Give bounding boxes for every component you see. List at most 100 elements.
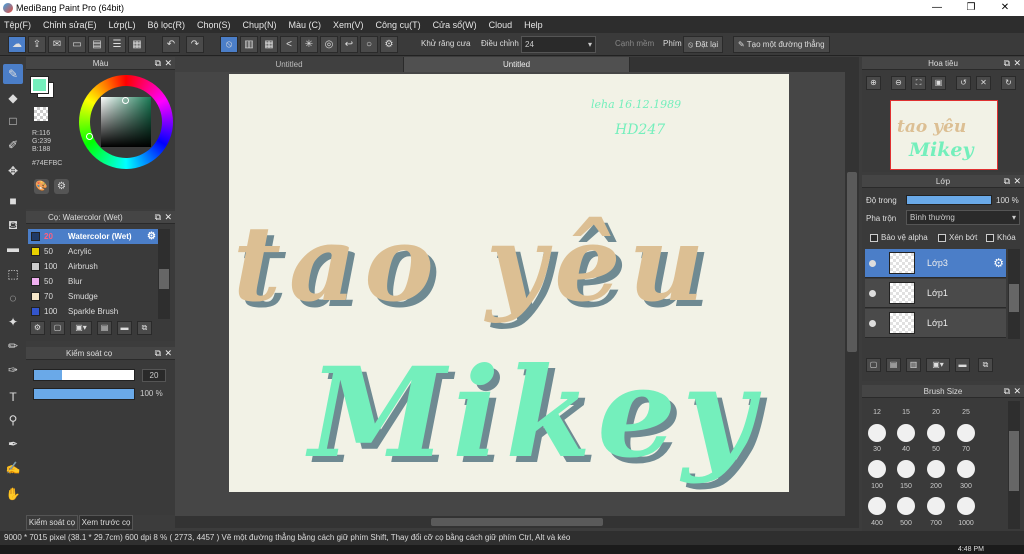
size-dot[interactable]	[868, 424, 886, 442]
close-button[interactable]: ✕	[988, 0, 1022, 16]
actual-size-icon[interactable]: ▣	[931, 76, 946, 90]
brush-tool-icon[interactable]: ✎	[3, 64, 23, 84]
rotate-left-icon[interactable]: ↺	[956, 76, 971, 90]
brush-item[interactable]: 100 Airbrush	[28, 259, 158, 274]
zoom-out-icon[interactable]: ⊖	[891, 76, 906, 90]
layer-row[interactable]: Lớp1	[865, 309, 1006, 338]
undock-icon[interactable]: ⧉	[1004, 385, 1010, 398]
new-brush-icon[interactable]: ▢	[50, 321, 65, 335]
palette-icon[interactable]: 🎨	[34, 179, 49, 194]
cross-snap-icon[interactable]: ▦	[260, 36, 278, 53]
size-dot[interactable]	[927, 460, 945, 478]
size-dot[interactable]	[897, 497, 915, 515]
new-8bit-layer-icon[interactable]: ▥	[906, 358, 921, 372]
navigator-preview[interactable]: tao yêu Mikey	[890, 100, 998, 170]
visibility-icon[interactable]	[869, 290, 876, 297]
menu-color[interactable]: Màu (C)	[289, 20, 322, 30]
layer-scrollbar[interactable]	[1008, 249, 1020, 339]
close-panel-icon[interactable]: ✕	[164, 57, 172, 70]
size-dot[interactable]	[897, 460, 915, 478]
gear-icon[interactable]: ⚙	[993, 256, 1004, 270]
folder-icon[interactable]: ▬	[117, 321, 132, 335]
visibility-icon[interactable]	[869, 260, 876, 267]
drawing-canvas[interactable]: leha 16.12.1989 HD247 tao yêu tao yêu Mi…	[229, 74, 789, 492]
new-halftone-layer-icon[interactable]: ▤	[886, 358, 901, 372]
cloud-icon[interactable]: ☁	[8, 36, 26, 53]
size-value[interactable]: 20	[142, 369, 166, 382]
undo-icon[interactable]: ↶	[162, 36, 180, 53]
parallel-snap-icon[interactable]: ▥	[240, 36, 258, 53]
hue-ring[interactable]	[79, 75, 173, 169]
size-dot[interactable]	[868, 497, 886, 515]
dot-tool-icon[interactable]: ✐	[3, 135, 23, 155]
menu-cloud[interactable]: Cloud	[489, 20, 513, 30]
protect-alpha-checkbox[interactable]	[870, 234, 878, 242]
lock-checkbox[interactable]	[986, 234, 994, 242]
size-dot[interactable]	[927, 497, 945, 515]
list-icon[interactable]: ☰	[108, 36, 126, 53]
move-tool-icon[interactable]: ✥	[3, 161, 23, 181]
menu-select[interactable]: Chọn(S)	[197, 20, 231, 30]
menu-file[interactable]: Tệp(F)	[4, 20, 31, 30]
circle-snap-icon[interactable]: ◎	[320, 36, 338, 53]
brush-item[interactable]: 100 Sparkle Brush	[28, 304, 158, 319]
primary-color-swatch[interactable]	[30, 76, 49, 94]
reset-button[interactable]: ⦸ Đặt lại	[683, 36, 724, 53]
magic-wand-icon[interactable]: ✦	[3, 312, 23, 332]
clip-checkbox[interactable]	[938, 234, 946, 242]
curve-snap-icon[interactable]: ↩	[340, 36, 358, 53]
palette-settings-icon[interactable]: ⚙	[54, 179, 69, 194]
brush-item[interactable]: 50 Acrylic	[28, 244, 158, 259]
layer-row[interactable]: Lớp3 ⚙	[865, 249, 1006, 278]
transparent-swatch[interactable]	[34, 107, 48, 121]
menu-window[interactable]: Cửa sổ(W)	[433, 20, 477, 30]
tab-untitled-2[interactable]: Untitled	[404, 57, 630, 72]
maximize-button[interactable]: ❐	[954, 0, 988, 16]
vertical-scrollbar[interactable]	[845, 72, 859, 516]
no-snap-icon[interactable]: ⦸	[220, 36, 238, 53]
undock-icon[interactable]: ⧉	[1004, 57, 1010, 70]
hue-marker[interactable]	[122, 97, 129, 104]
brush-item[interactable]: 20 Watercolor (Wet) ⚙	[28, 229, 158, 244]
ellipse-snap-icon[interactable]: ○	[360, 36, 378, 53]
straight-line-button[interactable]: ✎ Tạo một đường thẳng	[733, 36, 830, 53]
divide-tool-icon[interactable]: ⚲	[3, 410, 23, 430]
text-tool-icon[interactable]: T	[3, 387, 23, 407]
layer-opacity-slider[interactable]	[906, 195, 992, 205]
size-dot[interactable]	[957, 460, 975, 478]
settings-snap-icon[interactable]: ⚙	[380, 36, 398, 53]
tab-brush-control[interactable]: Kiểm soát cọ	[26, 515, 78, 530]
undock-icon[interactable]: ⧉	[155, 211, 161, 224]
rectangle-tool-icon[interactable]: □	[3, 111, 23, 131]
menu-layer[interactable]: Lớp(L)	[109, 20, 136, 30]
chat-icon[interactable]: ✉	[48, 36, 66, 53]
size-dot[interactable]	[957, 497, 975, 515]
menu-filter[interactable]: Bộ lọc(R)	[147, 20, 185, 30]
upload-icon[interactable]: ⇪	[28, 36, 46, 53]
brush-copy-icon[interactable]: ▤	[97, 321, 112, 335]
new-layer-icon[interactable]: ▢	[866, 358, 881, 372]
eraser-tool-icon[interactable]: ◆	[3, 88, 23, 108]
gradient-tool-icon[interactable]: ▬	[3, 238, 23, 258]
blend-select[interactable]: Bình thường ▾	[906, 210, 1020, 225]
menu-capture[interactable]: Chụp(N)	[243, 20, 277, 30]
minimize-button[interactable]: —	[920, 0, 954, 16]
select-tool-icon[interactable]: ⬚	[3, 264, 23, 284]
size-dot[interactable]	[897, 424, 915, 442]
flip-icon[interactable]: ✕	[976, 76, 991, 90]
grid-icon[interactable]: ▦	[128, 36, 146, 53]
horizontal-scrollbar[interactable]	[175, 516, 859, 528]
close-panel-icon[interactable]: ✕	[1013, 175, 1021, 188]
select-eraser-icon[interactable]: ✑	[3, 360, 23, 380]
vanishing-point-icon[interactable]: <	[280, 36, 298, 53]
zoom-in-icon[interactable]: ⊕	[866, 76, 881, 90]
close-panel-icon[interactable]: ✕	[1013, 57, 1021, 70]
color-marker[interactable]	[86, 133, 93, 140]
comment-icon[interactable]: ▭	[68, 36, 86, 53]
gear-icon[interactable]: ⚙	[147, 229, 156, 244]
size-slider[interactable]	[33, 369, 135, 381]
tab-untitled-1[interactable]: Untitled	[175, 57, 404, 72]
duplicate-layer-icon[interactable]: ⧉	[978, 358, 993, 372]
brush-size-scrollbar[interactable]	[1008, 401, 1020, 529]
size-dot[interactable]	[927, 424, 945, 442]
